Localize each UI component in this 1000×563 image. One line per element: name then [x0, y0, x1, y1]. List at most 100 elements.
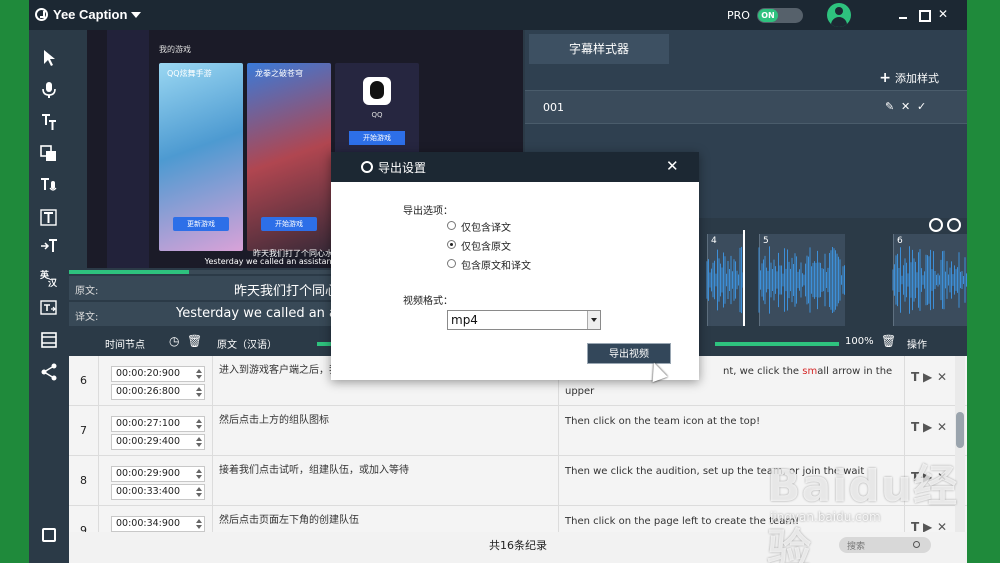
time-spinner-icon[interactable] — [196, 419, 202, 429]
time-spinner-icon[interactable] — [196, 519, 202, 529]
text-format-icon[interactable]: T — [911, 370, 919, 384]
operation-column-header: 操作 — [907, 340, 927, 351]
start-time-value: 00:00:29:900 — [116, 468, 180, 479]
radio-label: 仅包含原文 — [461, 242, 511, 253]
maximize-icon[interactable] — [915, 6, 931, 22]
trash-icon[interactable]: 🗑 — [881, 334, 896, 348]
delete-icon[interactable]: ✕ — [937, 420, 947, 434]
export-settings-dialog: 导出设置 ✕ 导出选项： 仅包含译文 仅包含原文 包含原文和译文 视频格式： m… — [331, 152, 699, 380]
dialog-close-icon[interactable]: ✕ — [666, 157, 679, 175]
text-tool-icon[interactable] — [39, 112, 59, 132]
time-spinner-icon[interactable] — [196, 437, 202, 447]
end-time-value: 00:00:26:800 — [116, 386, 180, 397]
radio-button[interactable] — [447, 259, 456, 268]
radio-source-only[interactable]: 仅包含原文 — [447, 238, 647, 253]
app-title: Yee Caption — [53, 7, 128, 22]
end-time-input[interactable]: 00:00:29:400 — [111, 434, 205, 450]
time-spinner-icon[interactable] — [196, 469, 202, 479]
row-number: 7 — [69, 406, 99, 456]
time-spinner-icon[interactable] — [196, 387, 202, 397]
delete-icon[interactable]: ✕ — [901, 100, 910, 113]
chevron-down-icon[interactable] — [587, 311, 600, 329]
game-sidebar — [107, 30, 149, 268]
export-options-label: 导出选项： — [403, 206, 453, 217]
end-time-input[interactable]: 00:00:33:400 — [111, 484, 205, 500]
source-cell[interactable]: 接着我们点击试听，组建队伍，或加入等待 — [212, 456, 558, 506]
insert-text-icon[interactable] — [39, 236, 59, 256]
text-format-icon[interactable]: T — [911, 420, 919, 434]
game-card-button: 开始游戏 — [349, 131, 405, 145]
translation-text: nt, we click the — [723, 366, 803, 377]
delete-icon[interactable]: ✕ — [937, 370, 947, 384]
close-window-icon[interactable]: ✕ — [935, 6, 951, 22]
translate-icon[interactable]: 英汉 — [39, 268, 59, 289]
video-format-select[interactable]: mp4 — [447, 310, 601, 330]
radio-label: 仅包含译文 — [461, 223, 511, 234]
title-bar: Yee Caption PRO ON ✕ — [29, 0, 967, 30]
radio-button-selected[interactable] — [447, 240, 456, 249]
time-spinner-icon[interactable] — [196, 369, 202, 379]
video-format-label: 视频格式： — [403, 296, 453, 307]
source-cell[interactable]: 然后点击上方的组队图标 — [212, 406, 558, 456]
clock-icon[interactable]: ◷ — [169, 334, 179, 348]
subtitle-export-icon[interactable] — [39, 298, 59, 318]
microphone-icon[interactable] — [39, 80, 59, 100]
radio-translation-only[interactable]: 仅包含译文 — [447, 219, 647, 234]
add-style-button[interactable]: + 添加样式 — [879, 70, 939, 86]
playhead[interactable] — [743, 230, 745, 326]
game-card: QQ炫舞手游 更新游戏 — [159, 63, 243, 251]
translation-highlight: sm — [802, 366, 818, 377]
play-icon[interactable]: ▶ — [923, 370, 932, 384]
video-progress-fill — [69, 270, 189, 274]
pro-label: PRO — [727, 9, 750, 22]
minimize-icon[interactable] — [895, 6, 911, 22]
film-strip-icon[interactable] — [39, 330, 59, 350]
confirm-icon[interactable]: ✓ — [917, 100, 926, 113]
trash-icon[interactable]: 🗑 — [187, 334, 202, 348]
text-box-icon[interactable] — [39, 208, 59, 228]
translation-cell[interactable]: Then click on the team icon at the top! — [558, 406, 904, 456]
qq-label: QQ — [371, 111, 383, 119]
translation-progress-text: 100% — [845, 336, 874, 347]
table-row[interactable]: 7 00:00:27:100 00:00:29:400 然后点击上方的组队图标 … — [69, 406, 967, 456]
game-card-title: QQ炫舞手游 — [167, 69, 212, 78]
start-time-input[interactable]: 00:00:27:100 — [111, 416, 205, 432]
end-time-input[interactable]: 00:00:26:800 — [111, 384, 205, 400]
radio-source-and-translation[interactable]: 包含原文和译文 — [447, 257, 647, 272]
start-time-value: 00:00:20:900 — [116, 368, 180, 379]
waveform-graphic — [706, 246, 967, 314]
play-icon[interactable]: ▶ — [923, 420, 932, 434]
edit-icon[interactable]: ✎ — [885, 100, 894, 113]
scrollbar-thumb[interactable] — [956, 412, 964, 448]
game-card: 龙拳之破苍穹 开始游戏 — [247, 63, 331, 251]
pro-toggle[interactable]: ON — [757, 8, 803, 23]
start-time-value: 00:00:34:900 — [116, 518, 180, 529]
waveform-panel[interactable]: 4 5 6 — [699, 218, 967, 328]
radio-label: 包含原文和译文 — [461, 261, 531, 272]
svg-text:汉: 汉 — [48, 277, 58, 288]
text-voice-icon[interactable] — [39, 176, 59, 196]
pro-toggle-knob: ON — [758, 9, 778, 22]
pointer-tool-icon[interactable] — [39, 48, 59, 68]
app-menu-chevron-down-icon[interactable] — [131, 12, 141, 18]
tab-subtitle-style[interactable]: 字幕样式器 — [529, 34, 669, 64]
start-time-input[interactable]: 00:00:34:900 — [111, 516, 205, 532]
game-card-button: 更新游戏 — [173, 217, 229, 231]
share-icon[interactable] — [39, 362, 59, 382]
style-item-name: 001 — [543, 101, 564, 114]
start-time-input[interactable]: 00:00:20:900 — [111, 366, 205, 382]
shape-tool-icon[interactable] — [39, 144, 59, 164]
time-spinner-icon[interactable] — [196, 487, 202, 497]
app-logo-icon — [35, 8, 48, 21]
dialog-title: 导出设置 — [378, 161, 427, 175]
style-item[interactable]: 001 ✎ ✕ ✓ — [525, 90, 967, 124]
user-avatar-icon[interactable] — [827, 3, 851, 27]
start-time-value: 00:00:27:100 — [116, 418, 180, 429]
radio-button[interactable] — [447, 221, 456, 230]
zoom-out-icon[interactable] — [947, 218, 961, 232]
start-time-input[interactable]: 00:00:29:900 — [111, 466, 205, 482]
dialog-logo-icon — [361, 161, 373, 173]
zoom-in-icon[interactable] — [929, 218, 943, 232]
dialog-title-bar: 导出设置 ✕ — [331, 152, 699, 182]
save-icon[interactable] — [42, 528, 56, 542]
